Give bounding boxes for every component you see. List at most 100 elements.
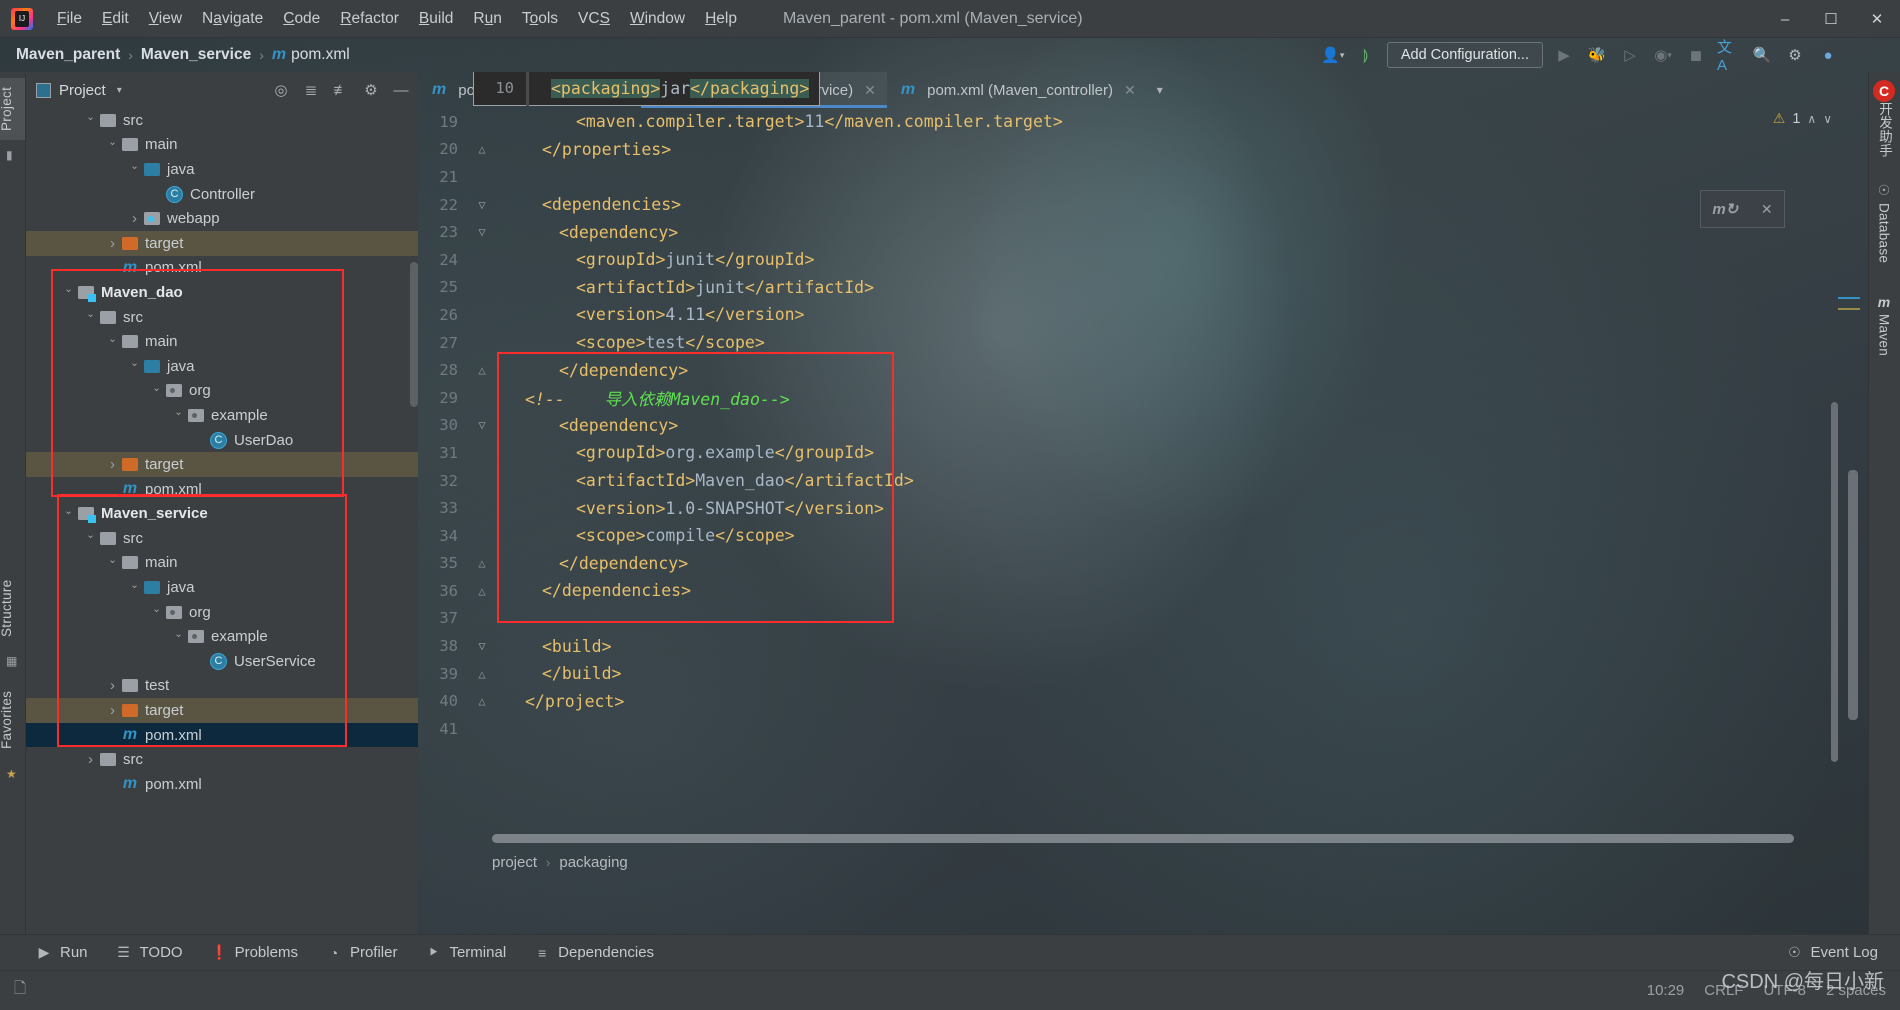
coverage-icon[interactable]: ▷ [1618, 43, 1642, 67]
close-icon[interactable]: ✕ [1761, 201, 1773, 218]
menu-item-vcs[interactable]: VCS [568, 6, 620, 32]
sidebar-item-dev-assistant[interactable]: C 开发助手 [1868, 80, 1900, 157]
menu-item-edit[interactable]: Edit [92, 6, 139, 32]
chevron-down-icon[interactable] [172, 409, 185, 421]
code-line[interactable]: 21 [418, 163, 1840, 191]
breadcrumb-item-module[interactable]: Maven_service [141, 46, 251, 64]
chevron-right-icon[interactable] [84, 751, 97, 768]
search-icon[interactable]: 🔍 [1750, 43, 1774, 67]
tree-node-src[interactable]: src [26, 526, 418, 551]
tree-node-src[interactable]: src [26, 108, 418, 133]
tree-node-pom-xml[interactable]: m pom.xml [26, 256, 418, 281]
tree-node-userdao[interactable]: C UserDao [26, 428, 418, 453]
menu-item-file[interactable]: File [47, 6, 92, 32]
code-line[interactable]: 28 △ </dependency> [418, 356, 1840, 384]
chevron-down-icon[interactable] [106, 557, 119, 569]
tree-node-main[interactable]: main [26, 329, 418, 354]
sidebar-item-database[interactable]: ☉ Database [1868, 182, 1900, 263]
code-line[interactable]: 35 △ </dependency> [418, 550, 1840, 578]
breadcrumb-item-file[interactable]: pom.xml [291, 46, 350, 64]
menu-item-window[interactable]: Window [620, 6, 695, 32]
code-editor[interactable]: 19 <maven.compiler.target>11</maven.compi… [418, 108, 1840, 877]
code-fold-icon[interactable]: ▽ [470, 639, 494, 653]
tree-node-java[interactable]: java [26, 157, 418, 182]
chevron-down-icon[interactable] [84, 114, 97, 126]
code-fold-icon[interactable]: ▽ [470, 225, 494, 239]
menu-item-refactor[interactable]: Refactor [330, 6, 409, 32]
tree-node-userservice[interactable]: C UserService [26, 649, 418, 674]
locate-icon[interactable]: ◎ [272, 81, 290, 99]
close-button[interactable]: ✕ [1854, 0, 1900, 38]
chevron-down-icon[interactable] [150, 385, 163, 397]
expand-all-icon[interactable]: ≣ [302, 81, 320, 99]
previous-problem-icon[interactable]: ∧ [1807, 112, 1816, 126]
project-panel-scrollbar[interactable] [410, 262, 418, 407]
tree-node-maven-service[interactable]: Maven_service [26, 502, 418, 527]
bottom-tool-terminal[interactable]: ⯈ Terminal [425, 944, 506, 961]
structure-icon[interactable]: ▦ [6, 654, 21, 669]
sidebar-item-project[interactable]: Project [0, 78, 25, 140]
breadcrumb-project-element[interactable]: project [492, 854, 537, 871]
chevron-down-icon[interactable] [84, 311, 97, 323]
translate-icon[interactable]: 文A [1717, 39, 1741, 74]
code-line[interactable]: 41 [418, 715, 1840, 743]
code-line[interactable]: 39 △ </build> [418, 660, 1840, 688]
status-indent[interactable]: 2 spaces [1826, 982, 1886, 999]
code-fold-icon[interactable]: △ [470, 667, 494, 681]
breadcrumb-item-project[interactable]: Maven_parent [16, 46, 120, 64]
menu-item-build[interactable]: Build [409, 6, 463, 32]
tree-node-example[interactable]: example [26, 624, 418, 649]
tree-node-test[interactable]: test [26, 674, 418, 699]
code-fold-icon[interactable]: △ [470, 584, 494, 598]
tree-node-java[interactable]: java [26, 354, 418, 379]
chevron-down-icon[interactable] [128, 163, 141, 175]
minimize-button[interactable]: – [1762, 0, 1808, 38]
code-line[interactable]: 20 △ </properties> [418, 136, 1840, 164]
folder-icon[interactable]: ▮ [6, 148, 21, 163]
code-fold-icon[interactable]: △ [470, 694, 494, 708]
status-line-separator[interactable]: CRLF [1704, 982, 1743, 999]
maximize-button[interactable]: ☐ [1808, 0, 1854, 38]
chevron-down-icon[interactable] [172, 631, 185, 643]
code-line[interactable]: 38 ▽ <build> [418, 632, 1840, 660]
code-line[interactable]: 25 <artifactId>junit</artifactId> [418, 274, 1840, 302]
tree-node-main[interactable]: main [26, 551, 418, 576]
copy-icon[interactable]: 🗋 [14, 978, 26, 1003]
tree-node-target[interactable]: target [26, 230, 418, 256]
menu-item-tools[interactable]: Tools [512, 6, 568, 32]
chevron-right-icon[interactable] [128, 210, 141, 227]
code-line[interactable]: 32 <artifactId>Maven_dao</artifactId> [418, 467, 1840, 495]
tree-node-src[interactable]: src [26, 305, 418, 330]
bottom-tool-run[interactable]: ▶ Run [36, 944, 88, 961]
tree-node-target[interactable]: target [26, 452, 418, 477]
tree-node-example[interactable]: example [26, 403, 418, 428]
build-hammer-icon[interactable]: ⟭ [1354, 43, 1378, 67]
chevron-right-icon[interactable] [106, 235, 119, 252]
tree-node-pom-xml[interactable]: m pom.xml [26, 772, 418, 797]
tree-node-src[interactable]: src [26, 747, 418, 772]
menu-item-help[interactable]: Help [695, 6, 747, 32]
code-fold-icon[interactable]: ▽ [470, 198, 494, 212]
code-line[interactable]: 26 <version>4.11</version> [418, 301, 1840, 329]
chevron-down-icon[interactable] [62, 508, 75, 520]
chevron-down-icon[interactable]: ▾ [117, 85, 122, 96]
chevron-right-icon[interactable] [106, 677, 119, 694]
hide-icon[interactable]: — [392, 82, 410, 99]
breadcrumb-packaging-element[interactable]: packaging [559, 854, 627, 871]
chevron-down-icon[interactable] [62, 286, 75, 298]
code-line[interactable]: 22 ▽ <dependencies> [418, 191, 1840, 219]
sidebar-item-favorites[interactable]: Favorites [0, 682, 25, 758]
tree-node-org[interactable]: org [26, 379, 418, 404]
close-tab-icon[interactable]: ✕ [1124, 82, 1136, 99]
close-tab-icon[interactable]: ✕ [864, 82, 876, 99]
code-line[interactable]: 29 <!-- 导入依赖Maven_dao--> [418, 384, 1840, 412]
code-line[interactable]: 24 <groupId>junit</groupId> [418, 246, 1840, 274]
tree-node-org[interactable]: org [26, 600, 418, 625]
menu-item-code[interactable]: Code [273, 6, 330, 32]
right-scrollbar[interactable] [1848, 470, 1858, 720]
editor-vertical-scrollbar[interactable] [1831, 402, 1838, 762]
tree-node-maven-dao[interactable]: Maven_dao [26, 280, 418, 305]
add-configuration-button[interactable]: Add Configuration... [1386, 42, 1543, 68]
code-line[interactable]: 34 <scope>compile</scope> [418, 522, 1840, 550]
code-fold-icon[interactable]: △ [470, 556, 494, 570]
